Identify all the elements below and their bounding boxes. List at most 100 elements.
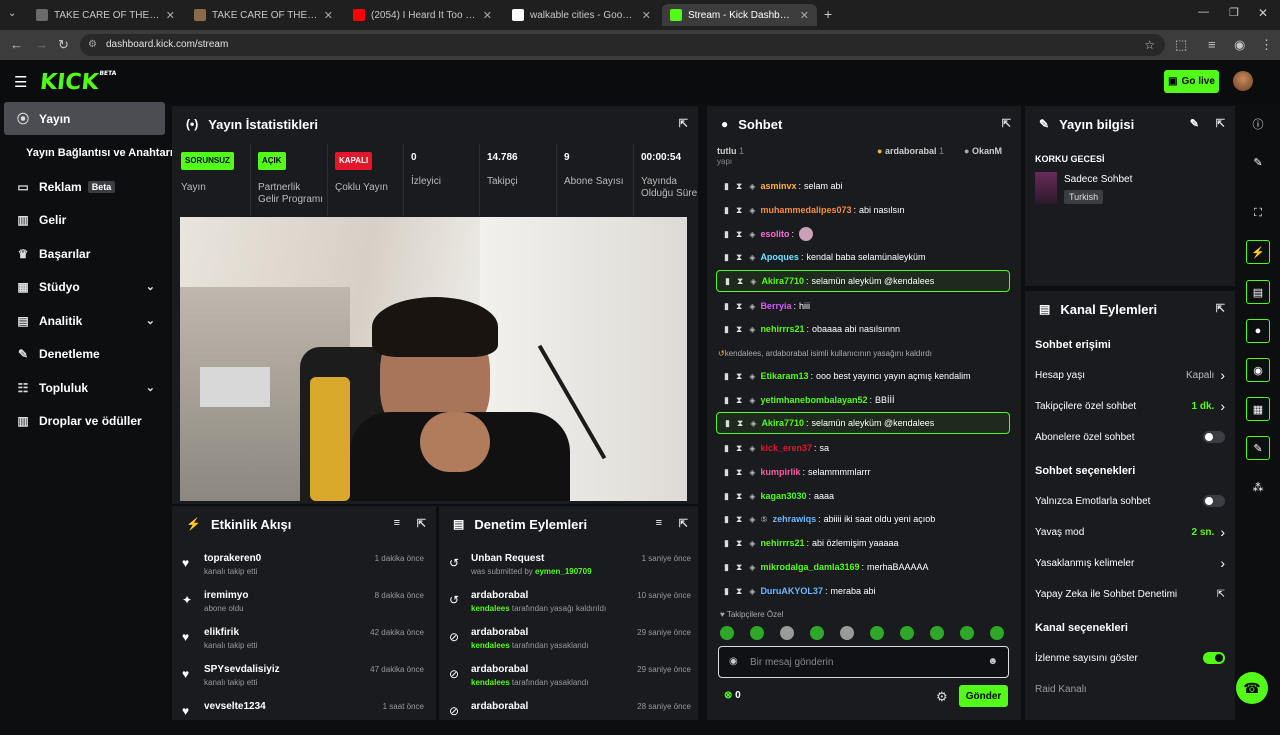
focus-icon[interactable]: ⛶ [1246, 201, 1270, 225]
extensions-icon[interactable]: ⬚ [1175, 37, 1187, 53]
emote-icon[interactable] [960, 626, 974, 640]
close-tab-icon[interactable]: ✕ [800, 9, 809, 22]
list-item[interactable]: ↺ ardaborabal 10 saniye önce kendalees tara… [439, 587, 701, 624]
chat-username[interactable]: nehirrrs21 [760, 324, 804, 334]
chat-username[interactable]: Berryia [760, 301, 791, 311]
emote-icon[interactable] [870, 626, 884, 640]
system-message[interactable]: ↺ kendalees, ardaborabal isimli kullanıc… [716, 342, 1010, 364]
chat-message[interactable]: ▮ ⧗ ◈ kick_eren37: sa [716, 437, 1010, 459]
sub-user[interactable]: kendalees [471, 678, 510, 687]
tab-search-icon[interactable]: ⌄ [8, 8, 16, 19]
new-tab-button[interactable]: + [824, 6, 832, 22]
chat-username[interactable]: Apoques [760, 252, 799, 262]
sidebar-item[interactable]: ✎ Denetleme [4, 337, 165, 370]
chat-username[interactable]: DuruAKYOL37 [760, 586, 823, 596]
chat-username[interactable]: zehrawiqs [773, 514, 817, 524]
chat-settings-icon[interactable]: ⚙ [936, 689, 948, 705]
profile-icon[interactable]: ◉ [1234, 37, 1245, 53]
emote-icon[interactable] [930, 626, 944, 640]
emote-icon[interactable] [810, 626, 824, 640]
timeout-icon[interactable]: ⧗ [736, 538, 742, 549]
timeout-icon[interactable]: ⧗ [736, 443, 742, 454]
chat-message[interactable]: ▮ ⧗ ◈ Etikaram13: ooo best yayıncı yayın açm… [716, 365, 1010, 387]
setting-row[interactable]: Abonelere özel sohbet [1035, 426, 1225, 448]
delete-message-icon[interactable]: ▮ [724, 586, 729, 597]
chat-message[interactable]: ▮ ⧗ ◈ yetimhanebombalayan52: BBİİİ [716, 389, 1010, 411]
chat-username[interactable]: kick_eren37 [760, 443, 812, 453]
chat-message[interactable]: ▮ ⧗ ◈ esolito: [716, 223, 1010, 245]
delete-message-icon[interactable]: ▮ [724, 205, 729, 216]
list-item[interactable]: ♥ toprakeren0 1 dakika önce kanalı takip et… [172, 550, 434, 587]
list-item[interactable]: ♥ SPYsevdalisiyiz 47 dakika önce kanalı tak… [172, 661, 434, 698]
chat-message[interactable]: ▮ ⧗ ◈ nehirrrs21: abi özlemişim yaaaaa [716, 532, 1010, 554]
timeout-icon[interactable]: ⧗ [737, 276, 743, 287]
list-item[interactable]: ⊘ ardaborabal 29 saniye önce kendalees tara… [439, 661, 701, 698]
delete-message-icon[interactable]: ▮ [724, 252, 729, 263]
chevron-right-icon[interactable]: › [1220, 398, 1225, 414]
sidebar-item[interactable]: ☷ Topluluk ⌄ [4, 371, 165, 404]
emote-icon[interactable] [990, 626, 1004, 640]
delete-message-icon[interactable]: ▮ [724, 301, 729, 312]
support-icon[interactable]: ☎ [1236, 672, 1268, 704]
sidebar-item[interactable]: ⦿ Yayın [4, 102, 165, 135]
bookmark-star-icon[interactable]: ☆ [1144, 34, 1155, 56]
kick-logo[interactable]: KICKBETA [39, 70, 117, 95]
timeout-icon[interactable]: ⧗ [736, 301, 742, 312]
sub-user[interactable]: kendalees [471, 641, 510, 650]
go-live-button[interactable]: ▣ Go live [1164, 70, 1219, 93]
filter-icon[interactable]: ≡ [394, 517, 400, 529]
chat-message[interactable]: ▮ ⧗ ◈ Berryia: hiii [716, 295, 1010, 317]
setting-row[interactable]: Hesap yaşı Kapalı › [1035, 364, 1225, 386]
delete-message-icon[interactable]: ▮ [724, 538, 729, 549]
timeout-icon[interactable]: ⧗ [736, 324, 742, 335]
minimize-button[interactable]: — [1198, 6, 1209, 18]
browser-tab[interactable]: TAKE CARE OF THE DOG by bod ✕ [186, 4, 341, 26]
delete-message-icon[interactable]: ▮ [724, 467, 729, 478]
bolt-icon[interactable]: ⚡ [1246, 240, 1270, 264]
chat-message[interactable]: ▮ ⧗ ◈ kumpirlik: selammmmlarrr [716, 461, 1010, 483]
chat-message[interactable]: ▮ ⧗ ◈ Akira7710: selamün aleyküm @kendalees [716, 412, 1010, 434]
list-item[interactable]: ♥ elikfirik 42 dakika önce kanalı takip ett… [172, 624, 434, 661]
timeout-icon[interactable]: ⧗ [737, 418, 743, 429]
timeout-icon[interactable]: ⧗ [736, 371, 742, 382]
chat-username[interactable]: kumpirlik [760, 467, 800, 477]
setting-row[interactable]: Yalnızca Emotlarla sohbet [1035, 490, 1225, 512]
browser-tab[interactable]: walkable cities - Google'da Ara ✕ [504, 4, 659, 26]
timeout-icon[interactable]: ⧗ [736, 586, 742, 597]
close-tab-icon[interactable]: ✕ [642, 9, 651, 22]
maximize-button[interactable]: ❐ [1229, 6, 1239, 19]
chat-message[interactable]: ▮ ⧗ ◈ DuruAKYOL37: meraba abi [716, 580, 1010, 602]
close-tab-icon[interactable]: ✕ [166, 9, 175, 22]
forward-icon[interactable]: → [35, 37, 48, 52]
popout-icon[interactable]: ⇱ [417, 517, 426, 530]
document-icon[interactable]: ▤ [1246, 280, 1270, 304]
chat-message[interactable]: ▮ ⧗ ◈ Apoques: kendal baba selamünaleyküm [716, 246, 1010, 268]
wrench-icon[interactable]: ✎ [1246, 436, 1270, 460]
send-button[interactable]: Gönder [959, 685, 1008, 707]
sidebar-item[interactable]: ▦ Stüdyo ⌄ [4, 270, 165, 303]
setting-row[interactable]: Takipçilere özel sohbet 1 dk. › [1035, 395, 1225, 417]
avatar[interactable] [1233, 71, 1253, 91]
chat-message[interactable]: ▮ ⧗ ◈ muhammedalipes073: abi nasılsın [716, 199, 1010, 221]
filter-icon[interactable]: ≡ [656, 517, 662, 529]
timeout-icon[interactable]: ⧗ [736, 467, 742, 478]
edit-icon[interactable]: ✎ [1190, 117, 1199, 130]
sub-user[interactable]: eymen_190709 [535, 567, 592, 576]
popout-icon[interactable]: ⇱ [679, 517, 688, 530]
delete-message-icon[interactable]: ▮ [724, 229, 729, 240]
sidebar-item[interactable]: ▥ Gelir [4, 203, 165, 236]
sidebar-item[interactable]: ♛ Başarılar [4, 237, 165, 270]
stream-preview-video[interactable] [180, 217, 687, 501]
browser-menu-icon[interactable]: ⋮ [1260, 37, 1273, 53]
timeout-icon[interactable]: ⧗ [736, 562, 742, 573]
popout-icon[interactable]: ⇱ [1216, 302, 1225, 315]
delete-message-icon[interactable]: ▮ [724, 324, 729, 335]
browser-tab[interactable]: TAKE CARE OF THE CAT by bod ✕ [28, 4, 183, 26]
hamburger-menu-icon[interactable]: ☰ [14, 73, 27, 91]
delete-message-icon[interactable]: ▮ [724, 371, 729, 382]
chat-username[interactable]: nehirrrs21 [760, 538, 804, 548]
delete-message-icon[interactable]: ▮ [725, 276, 730, 287]
actions-icon[interactable]: ▦ [1246, 397, 1270, 421]
chat-username[interactable]: esolito [760, 229, 789, 239]
list-item[interactable]: ♥ vevselte1234 1 saat önce [172, 698, 434, 735]
